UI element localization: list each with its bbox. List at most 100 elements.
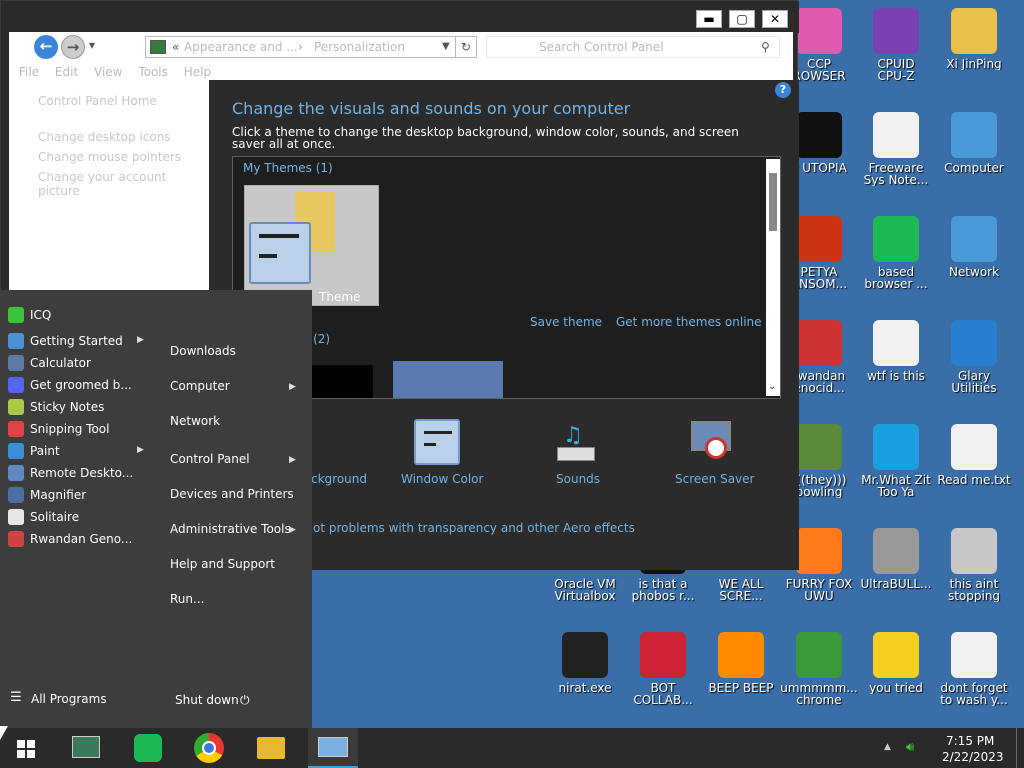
back-icon[interactable]: ← [34, 35, 58, 59]
address-part-personalization[interactable]: Personalization [314, 37, 405, 57]
file-explorer-taskbar-icon[interactable] [246, 728, 296, 768]
start-program-item[interactable]: Get groomed b... [8, 375, 148, 395]
menu-help[interactable]: Help [184, 65, 211, 79]
desktop-icon[interactable]: this aint stopping di... [935, 528, 1013, 602]
start-place-item[interactable]: Control Panel [170, 452, 250, 466]
desktop-icon[interactable]: CPUID CPU-Z [857, 8, 935, 82]
close-button[interactable]: ✕ [762, 10, 788, 28]
maximize-button[interactable]: ▢ [729, 10, 755, 28]
address-dropdown-icon[interactable]: ▼ [442, 37, 450, 57]
power-icon[interactable]: ⏻ [240, 693, 250, 708]
desktop-background-setting[interactable]: ckground [311, 472, 367, 486]
change-mouse-pointers-link[interactable]: Change mouse pointers [38, 150, 181, 164]
desktop-icon[interactable]: Freeware Sys Note... [857, 112, 935, 186]
start-program-item[interactable]: Calculator [8, 353, 148, 373]
forward-icon[interactable]: → [61, 35, 85, 59]
unsaved-theme-tile[interactable]: Theme [244, 185, 379, 306]
tray-overflow-icon[interactable]: ▲ [884, 742, 891, 752]
troubleshoot-aero-link[interactable]: ot problems with transparency and other … [313, 521, 635, 535]
start-program-item[interactable]: Magnifier [8, 485, 148, 505]
screen-saver-icon[interactable] [689, 419, 735, 465]
window-color-icon[interactable] [414, 419, 460, 465]
help-icon[interactable]: ? [775, 82, 791, 98]
menu-file[interactable]: File [19, 65, 39, 79]
start-program-item[interactable]: Paint [8, 441, 148, 461]
desktop-icon[interactable]: nirat.exe [546, 632, 624, 694]
theme-thumbnail-landscape[interactable] [393, 361, 503, 398]
get-more-themes-link[interactable]: Get more themes online [616, 315, 762, 329]
control-panel-home-link[interactable]: Control Panel Home [38, 94, 157, 108]
chrome-taskbar-icon[interactable] [184, 728, 234, 768]
desktop-icon[interactable]: Xi JinPing [935, 8, 1013, 70]
desktop-icon[interactable]: BEEP BEEP [702, 632, 780, 694]
start-place-item[interactable]: Downloads [170, 344, 236, 358]
start-place-item[interactable]: Administrative Tools [170, 522, 291, 536]
start-program-item[interactable]: Solitaire [8, 507, 148, 527]
desktop-icon-label: dont forget to wash y... [940, 682, 1008, 706]
scroll-down-icon[interactable]: ⌄ [768, 381, 776, 392]
theme-thumbnail-black[interactable] [303, 365, 373, 398]
scrollbar-thumb[interactable] [769, 173, 777, 231]
desktop-icon-image [951, 216, 997, 262]
spotify-taskbar-icon[interactable] [122, 728, 172, 768]
desktop-icon[interactable]: based browser ... [857, 216, 935, 290]
submenu-arrow-icon: ▶ [137, 445, 144, 455]
shutdown-button[interactable]: Shut down [175, 693, 239, 707]
start-place-item[interactable]: Run... [170, 592, 204, 606]
desktop-icon-label: WE ALL SCRE... [718, 578, 764, 602]
desktop-icon[interactable]: Computer [935, 112, 1013, 174]
taskbar-app-icon[interactable] [60, 728, 110, 768]
desktop-icon[interactable]: BOT COLLAB... [624, 632, 702, 706]
clock-date[interactable]: 2/22/2023 [942, 750, 1004, 764]
desktop-icon[interactable]: UltraBULL... [857, 528, 935, 590]
screen-saver-setting[interactable]: Screen Saver [675, 472, 754, 486]
title-bar[interactable]: ▬ ▢ ✕ [1, 1, 799, 33]
change-desktop-icons-link[interactable]: Change desktop icons [38, 130, 171, 144]
start-program-item[interactable]: ICQ [8, 305, 148, 325]
clock-time[interactable]: 7:15 PM [946, 734, 994, 748]
desktop-icon[interactable]: you tried [857, 632, 935, 694]
refresh-icon[interactable]: ↻ [455, 36, 477, 58]
start-program-item[interactable]: Getting Started [8, 331, 148, 351]
desktop-icon-image [873, 320, 919, 366]
all-programs-button[interactable]: All Programs [31, 692, 107, 706]
desktop-icon[interactable]: Network [935, 216, 1013, 278]
menu-tools[interactable]: Tools [138, 65, 168, 79]
theme-list-scrollbar[interactable]: ⌄ [766, 159, 780, 396]
address-chevrons[interactable]: « [172, 37, 179, 57]
start-program-item[interactable]: Snipping Tool [8, 419, 148, 439]
address-part-appearance[interactable]: Appearance and ... [184, 37, 298, 57]
start-program-item[interactable]: Sticky Notes [8, 397, 148, 417]
menu-view[interactable]: View [94, 65, 122, 79]
volume-icon[interactable]: 🔊︎ [906, 740, 914, 755]
search-icon[interactable]: ⚲ [761, 37, 770, 57]
start-program-item[interactable]: Remote Deskto... [8, 463, 148, 483]
desktop-icon[interactable]: ummmmm... chrome [780, 632, 858, 706]
sounds-icon[interactable]: ♫ [553, 419, 599, 465]
save-theme-link[interactable]: Save theme [530, 315, 602, 329]
sounds-setting[interactable]: Sounds [556, 472, 600, 486]
desktop-icon-image [951, 8, 997, 54]
desktop-icon[interactable]: dont forget to wash y... [935, 632, 1013, 706]
desktop-icon-label: ummmmm... chrome [780, 682, 858, 706]
search-input[interactable]: Search Control Panel ⚲ [486, 36, 780, 58]
desktop-icon[interactable]: Mr.What Zit Too Ya [857, 424, 935, 498]
taskbar: ▲ 🔊︎ 7:15 PM 2/22/2023 [0, 728, 1024, 768]
desktop-icon[interactable]: Glary Utilities 4 [935, 320, 1013, 394]
start-place-item[interactable]: Computer [170, 379, 230, 393]
show-desktop-button[interactable] [1016, 728, 1017, 768]
window-color-setting[interactable]: Window Color [401, 472, 483, 486]
address-bar[interactable]: « Appearance and ... › Personalization ▼ [145, 36, 477, 58]
start-place-item[interactable]: Devices and Printers [170, 487, 294, 501]
desktop-icon[interactable]: Read me.txt [935, 424, 1013, 486]
desktop-icon[interactable]: wtf is this [857, 320, 935, 382]
start-place-item[interactable]: Network [170, 414, 220, 428]
start-program-item[interactable]: Rwandan Geno... [8, 529, 148, 549]
desktop-icon-image [873, 528, 919, 574]
menu-edit[interactable]: Edit [55, 65, 78, 79]
minimize-button[interactable]: ▬ [696, 10, 722, 28]
recent-pages-dropdown-icon[interactable]: ▾ [89, 38, 95, 52]
start-place-item[interactable]: Help and Support [170, 557, 275, 571]
change-account-picture-link[interactable]: Change your account picture [38, 170, 209, 198]
control-panel-taskbar-icon[interactable] [308, 728, 358, 768]
